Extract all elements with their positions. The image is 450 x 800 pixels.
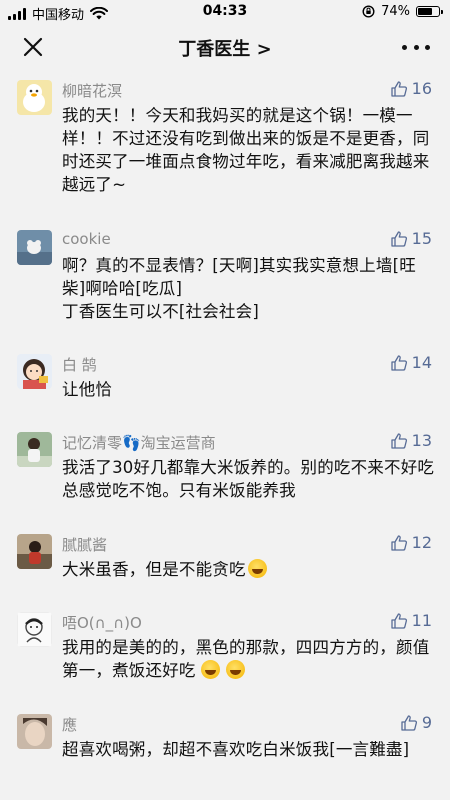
comment-text: 我的天！！今天和我妈买的就是这个锅！一模一样！！不过还没有吃到做出来的饭是不是更… — [62, 106, 430, 194]
thumbs-up-icon — [390, 230, 407, 247]
comment-text: 啊？真的不显表情？[天啊]其实我实意想上墙[旺柴]啊哈哈[吃瓜] 丁香医生可以不… — [62, 256, 416, 321]
comment-item: 记忆清零👣淘宝运营商 13 我活了30好几都靠大米饭养的。别的吃不来不好吃总感觉… — [0, 422, 450, 524]
thumbs-up-icon — [390, 534, 407, 551]
more-button[interactable] — [402, 36, 430, 58]
more-dot-icon — [413, 44, 419, 50]
username[interactable]: 腻腻酱 — [62, 534, 107, 555]
username[interactable]: 白 鹄 — [62, 354, 97, 375]
username[interactable]: 记忆清零👣淘宝运营商 — [62, 432, 216, 453]
thumbs-up-icon — [390, 612, 407, 629]
comment-item: 應 9 超喜欢喝粥，却超不喜欢吃白米饭我[一言難盡] — [0, 704, 450, 800]
page-title[interactable]: 丁香医生 > — [0, 35, 450, 61]
avatar[interactable] — [17, 612, 52, 647]
comment-text: 我活了30好几都靠大米饭养的。别的吃不来不好吃总感觉吃不饱。只有米饭能养我 — [62, 458, 435, 500]
comment-text-content: 大米虽香，但是不能贪吃 — [62, 560, 246, 579]
like-button[interactable]: 15 — [390, 229, 432, 248]
nav-bar: 丁香医生 > — [0, 24, 450, 70]
grinning-face-emoji-icon — [225, 660, 245, 679]
like-count: 16 — [411, 79, 432, 98]
battery-icon — [416, 6, 443, 17]
comment-item: 柳暗花溟 16 我的天！！今天和我妈买的就是这个锅！一模一样！！不过还没有吃到做… — [0, 70, 450, 220]
comment-text: 我用的是美的的，黑色的那款，四四方方的，颜值第一，煮饭还好吃 — [62, 636, 436, 682]
comment-header: cookie 15 — [62, 228, 436, 250]
like-count: 11 — [411, 611, 432, 630]
comment-text-content: 我用的是美的的，黑色的那款，四四方方的，颜值第一，煮饭还好吃 — [62, 638, 430, 680]
comment-item: 白 鹄 14 让他恰 — [0, 344, 450, 422]
rotation-lock-icon — [362, 5, 375, 18]
comment-item: 唔O(∩_∩)O 11 我用的是美的的，黑色的那款，四四方方的，颜值第一，煮饭还… — [0, 602, 450, 704]
like-button[interactable]: 16 — [390, 79, 432, 98]
username[interactable]: 應 — [62, 714, 77, 735]
comment-header: 唔O(∩_∩)O 11 — [62, 610, 436, 632]
avatar[interactable] — [17, 534, 52, 569]
thumbs-up-icon — [390, 354, 407, 371]
comment-item: cookie 15 啊？真的不显表情？[天啊]其实我实意想上墙[旺柴]啊哈哈[吃… — [0, 220, 450, 344]
avatar[interactable] — [17, 230, 52, 265]
avatar[interactable] — [17, 80, 52, 115]
like-button[interactable]: 13 — [390, 431, 432, 450]
comment-text: 超喜欢喝粥，却超不喜欢吃白米饭我[一言難盡] — [62, 740, 410, 759]
thumbs-up-icon — [390, 80, 407, 97]
battery-percent: 74% — [381, 4, 410, 19]
comment-item: 腻腻酱 12 大米虽香，但是不能贪吃 — [0, 524, 450, 602]
like-button[interactable]: 11 — [390, 611, 432, 630]
comment-text: 让他恰 — [62, 380, 113, 399]
comment-text: 大米虽香，但是不能贪吃 — [62, 558, 436, 581]
like-button[interactable]: 12 — [390, 533, 432, 552]
status-right: 74% — [362, 4, 443, 19]
like-button[interactable]: 9 — [400, 713, 432, 732]
laughing-tears-emoji-icon — [247, 559, 267, 578]
like-count: 9 — [421, 713, 432, 732]
avatar[interactable] — [17, 354, 52, 389]
avatar[interactable] — [17, 432, 52, 467]
comment-header: 腻腻酱 12 — [62, 532, 436, 554]
battery-fill — [418, 8, 433, 15]
like-button[interactable]: 14 — [390, 353, 432, 372]
like-count: 13 — [411, 431, 432, 450]
screen: 中国移动 04:33 74% 丁香医生 > 柳暗花溟 16 我的天！！今天和我妈… — [0, 0, 450, 800]
thumbs-up-icon — [390, 432, 407, 449]
username[interactable]: 柳暗花溟 — [62, 80, 122, 101]
more-dot-icon — [402, 44, 407, 50]
like-count: 12 — [411, 533, 432, 552]
username[interactable]: 唔O(∩_∩)O — [62, 612, 142, 633]
grinning-face-emoji-icon — [200, 660, 220, 679]
thumbs-up-icon — [401, 714, 417, 731]
like-count: 15 — [411, 229, 432, 248]
comment-header: 记忆清零👣淘宝运营商 13 — [62, 430, 436, 452]
comment-header: 柳暗花溟 16 — [62, 78, 436, 100]
username[interactable]: cookie — [62, 230, 111, 248]
comment-header: 應 9 — [62, 712, 436, 734]
comment-list: 柳暗花溟 16 我的天！！今天和我妈买的就是这个锅！一模一样！！不过还没有吃到做… — [0, 70, 450, 800]
status-bar: 中国移动 04:33 74% — [0, 0, 450, 24]
comment-header: 白 鹄 14 — [62, 352, 436, 374]
like-count: 14 — [411, 353, 432, 372]
more-dot-icon — [425, 44, 430, 50]
avatar[interactable] — [17, 714, 52, 749]
